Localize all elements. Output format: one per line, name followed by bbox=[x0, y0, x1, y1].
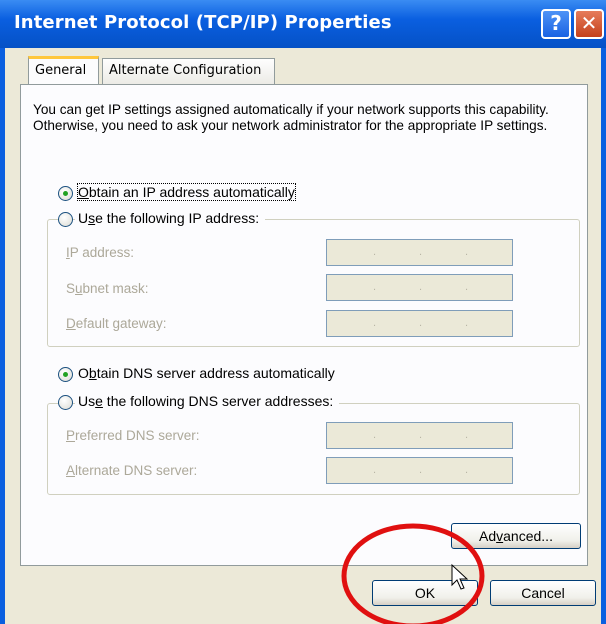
obtain-dns-auto-label[interactable]: Obtain DNS server address automatically bbox=[78, 365, 335, 381]
use-following-dns-label[interactable]: Use the following DNS server addresses: bbox=[75, 393, 340, 409]
use-following-ip-radio[interactable] bbox=[58, 212, 73, 227]
subnet-mask-label: Subnet mask: bbox=[66, 281, 149, 296]
use-following-dns-radio[interactable] bbox=[58, 395, 73, 410]
label-part: Ad bbox=[479, 528, 497, 544]
ip-dot: . bbox=[373, 246, 377, 258]
subnet-mask-field[interactable]: ... bbox=[326, 274, 513, 301]
ip-dot: . bbox=[373, 317, 377, 329]
ip-address-label: IP address: bbox=[66, 245, 134, 260]
advanced-button[interactable]: Advanced... bbox=[451, 523, 581, 549]
window-frame-left bbox=[0, 48, 5, 624]
access-key: u bbox=[75, 281, 83, 296]
default-gateway-label: Default gateway: bbox=[66, 316, 167, 331]
access-key: O bbox=[78, 184, 89, 200]
label-part: bnet mask: bbox=[82, 281, 149, 296]
label-part: anced... bbox=[503, 528, 553, 544]
preferred-dns-label: Preferred DNS server: bbox=[66, 428, 200, 443]
ip-dot: . bbox=[373, 464, 377, 476]
cancel-button[interactable]: Cancel bbox=[490, 580, 596, 606]
ok-button[interactable]: OK bbox=[372, 580, 478, 606]
label-part: O bbox=[78, 365, 89, 381]
access-key: P bbox=[66, 428, 76, 443]
ip-dot: . bbox=[419, 317, 423, 329]
ip-dot: . bbox=[419, 281, 423, 293]
window-title: Internet Protocol (TCP/IP) Properties bbox=[14, 12, 392, 33]
window-frame-right bbox=[601, 48, 606, 624]
help-button[interactable]: ? bbox=[541, 9, 571, 39]
ip-dot: . bbox=[465, 317, 469, 329]
label-part: the following DNS server addresses: bbox=[102, 393, 334, 409]
ip-dot: . bbox=[373, 429, 377, 441]
access-key: e bbox=[95, 393, 103, 409]
label-part: e the following IP address: bbox=[95, 210, 260, 226]
alternate-dns-field[interactable]: ... bbox=[326, 457, 513, 484]
ip-dot: . bbox=[419, 246, 423, 258]
label-part: lternate DNS server: bbox=[75, 463, 198, 478]
ip-dot: . bbox=[419, 429, 423, 441]
tab-alternate-configuration[interactable]: Alternate Configuration bbox=[102, 58, 275, 84]
close-button[interactable]: ✕ bbox=[574, 9, 604, 39]
access-key: D bbox=[66, 316, 76, 331]
label-part: referred DNS server: bbox=[75, 428, 200, 443]
ip-address-field[interactable]: ... bbox=[326, 239, 513, 266]
use-following-ip-label[interactable]: Use the following IP address: bbox=[75, 210, 266, 226]
obtain-ip-auto-radio[interactable] bbox=[58, 186, 73, 201]
obtain-dns-auto-radio[interactable] bbox=[58, 367, 73, 382]
ip-dot: . bbox=[419, 464, 423, 476]
ip-dot: . bbox=[465, 246, 469, 258]
title-bar[interactable]: Internet Protocol (TCP/IP) Properties ? … bbox=[0, 0, 606, 48]
label-part: S bbox=[66, 281, 76, 296]
label-part: efault gateway: bbox=[75, 316, 167, 331]
label-part: U bbox=[78, 210, 89, 226]
obtain-ip-auto-label[interactable]: Obtain an IP address automatically bbox=[77, 183, 296, 201]
label-part: P address: bbox=[69, 245, 135, 260]
default-gateway-field[interactable]: ... bbox=[326, 310, 513, 337]
preferred-dns-field[interactable]: ... bbox=[326, 422, 513, 449]
ip-dot: . bbox=[373, 281, 377, 293]
ip-dot: . bbox=[465, 464, 469, 476]
label-part: tain DNS server address automatically bbox=[96, 365, 335, 381]
tab-general[interactable]: General bbox=[28, 56, 99, 84]
access-key: A bbox=[66, 463, 76, 478]
ip-dot: . bbox=[465, 429, 469, 441]
label-part: btain an IP address automatically bbox=[88, 184, 295, 200]
label-part: Us bbox=[78, 393, 96, 409]
alternate-dns-label: Alternate DNS server: bbox=[66, 463, 197, 478]
tcpip-properties-dialog: Internet Protocol (TCP/IP) Properties ? … bbox=[0, 0, 606, 624]
description-text: You can get IP settings assigned automat… bbox=[33, 102, 549, 133]
access-key: b bbox=[88, 365, 97, 381]
ip-dot: . bbox=[465, 281, 469, 293]
